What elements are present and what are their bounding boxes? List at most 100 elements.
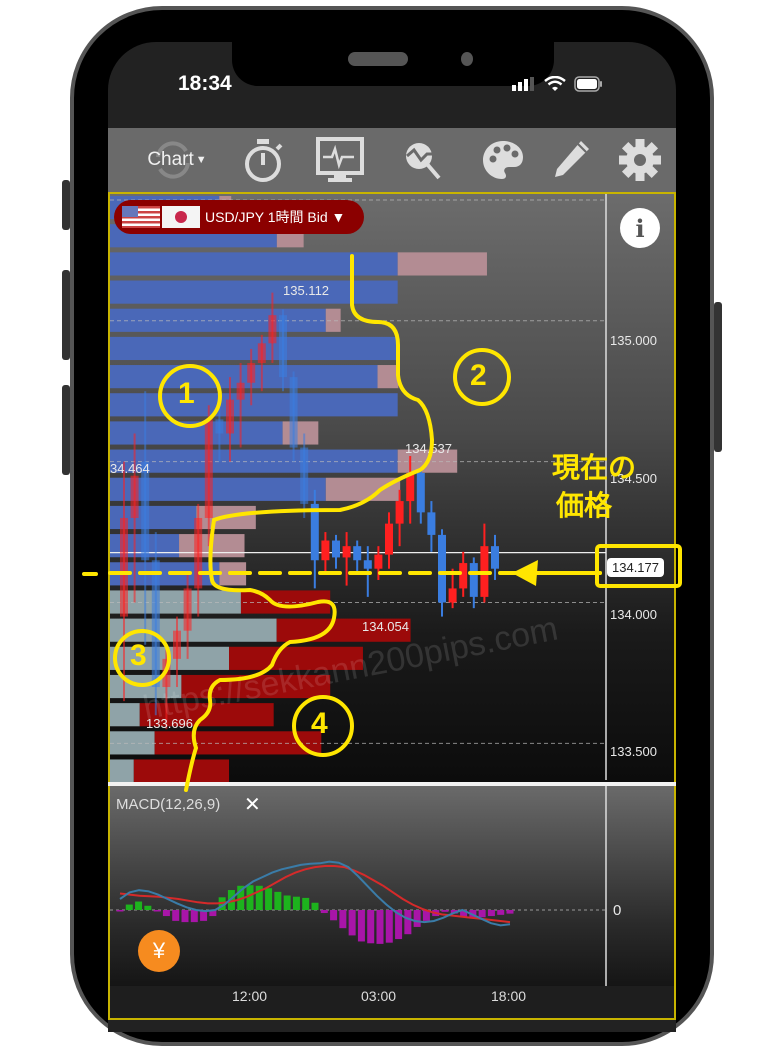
annotation-label-2: 2 — [470, 359, 487, 392]
orderbook-buy-bar — [110, 280, 398, 304]
candle-body — [204, 419, 213, 518]
macd-histogram-bar — [497, 910, 505, 915]
stopwatch-icon — [245, 139, 283, 182]
orderbook-lower-sell-bar — [133, 759, 230, 782]
candle-body — [151, 560, 160, 688]
time-axis-label: 03:00 — [361, 988, 397, 1004]
current-price-tag: 134.177 — [607, 558, 664, 577]
annotation-label-3: 3 — [130, 639, 147, 672]
price-axis-label: 135.000 — [610, 333, 657, 348]
wifi-icon — [544, 76, 566, 91]
candle-body — [395, 501, 404, 524]
monitor-button[interactable] — [312, 128, 368, 192]
orderbook-sell-bar — [179, 534, 245, 558]
time-axis-label: 18:00 — [491, 988, 527, 1004]
macd-histogram-bar — [162, 910, 170, 917]
timer-button[interactable] — [240, 128, 286, 192]
candle-body — [247, 363, 256, 383]
macd-close-button[interactable]: ✕ — [244, 792, 261, 817]
info-button[interactable]: i — [620, 208, 660, 248]
macd-histogram-bar — [135, 901, 143, 910]
battery-icon — [574, 76, 602, 92]
macd-histogram-bar — [506, 910, 514, 914]
candle-body — [427, 512, 436, 535]
macd-zero-label: 0 — [613, 902, 622, 919]
macd-histogram-bar — [190, 910, 198, 923]
palette-icon — [483, 141, 523, 179]
macd-histogram-bar — [404, 910, 412, 935]
price-axis-label: 133.500 — [610, 744, 657, 759]
palette-button[interactable] — [478, 128, 528, 192]
orderbook-marker-label: 134.054 — [362, 619, 409, 634]
candle-body — [321, 540, 330, 561]
chevron-down-icon: ▼ — [195, 154, 207, 166]
mute-switch — [62, 180, 70, 230]
speaker — [348, 52, 408, 66]
candle-body — [183, 588, 192, 631]
macd-histogram-bar — [478, 910, 486, 918]
status-icons — [512, 76, 604, 92]
candle-body — [353, 546, 362, 561]
candle-body — [406, 472, 415, 502]
gear-icon — [619, 139, 661, 181]
candle-body — [279, 315, 287, 378]
annotation-label-1: 1 — [178, 377, 195, 410]
orderbook-marker-label: 135.112 — [283, 283, 330, 298]
orderbook-lower-buy-bar — [110, 759, 134, 782]
candle-body — [491, 546, 499, 569]
macd-panel[interactable] — [108, 786, 676, 1020]
macd-histogram-bar — [367, 910, 375, 944]
macd-histogram-bar — [172, 910, 180, 921]
front-camera — [461, 52, 473, 66]
instrument-label: USD/JPY 1時間 Bid ▼ — [205, 209, 346, 225]
macd-histogram-bar — [265, 888, 273, 910]
macd-histogram-bar — [441, 910, 449, 912]
orderbook-lower-buy-bar — [110, 703, 140, 727]
volume-up-button — [62, 270, 70, 360]
volume-down-button — [62, 385, 70, 475]
candle-body — [438, 534, 446, 603]
chart-menu-button[interactable]: Chart ▼ — [138, 128, 216, 192]
annotation-label-4: 4 — [311, 707, 328, 740]
candle-body — [194, 517, 203, 589]
annotation-current-price-note: 現在の — [552, 452, 637, 483]
macd-histogram-bar — [385, 910, 393, 943]
settings-button[interactable] — [616, 128, 664, 192]
instrument-selector[interactable]: USD/JPY 1時間 Bid ▼ — [114, 200, 364, 234]
macd-histogram-bar — [330, 910, 338, 921]
jp-flag-icon — [162, 206, 200, 228]
signal-icon — [512, 77, 534, 91]
candle-body — [215, 419, 224, 434]
indicator-search-button[interactable] — [398, 128, 448, 192]
orderbook-sell-bar — [282, 421, 319, 445]
macd-histogram-bar — [153, 910, 161, 912]
macd-histogram-bar — [376, 910, 384, 944]
macd-histogram-bar — [311, 902, 319, 910]
draw-button[interactable] — [548, 128, 594, 192]
macd-histogram-bar — [292, 896, 300, 910]
candle-body — [459, 563, 468, 589]
candle-body — [385, 523, 393, 555]
candle-body — [310, 503, 319, 561]
candle-body — [173, 630, 181, 659]
candle-body — [342, 546, 351, 558]
macd-histogram-bar — [246, 885, 254, 910]
candle-body — [469, 563, 478, 597]
macd-histogram-bar — [274, 891, 282, 910]
candle-body — [374, 554, 383, 569]
macd-canvas — [110, 786, 674, 1018]
candle-body — [448, 588, 457, 603]
yen-button[interactable]: ¥ — [138, 930, 180, 972]
macd-histogram-bar — [144, 905, 152, 910]
candle-body — [332, 540, 340, 558]
candle-body — [120, 517, 128, 617]
price-axis-label: 134.000 — [610, 607, 657, 622]
macd-title: MACD(12,26,9) — [116, 796, 221, 813]
orderbook-sell-bar — [397, 252, 487, 276]
macd-histogram-bar — [357, 910, 365, 942]
monitor-icon — [316, 137, 364, 182]
candle-body — [268, 315, 277, 344]
candle-body — [226, 399, 234, 434]
orderbook-marker-label: 34.464 — [110, 461, 150, 476]
chart-search-icon — [406, 143, 441, 180]
